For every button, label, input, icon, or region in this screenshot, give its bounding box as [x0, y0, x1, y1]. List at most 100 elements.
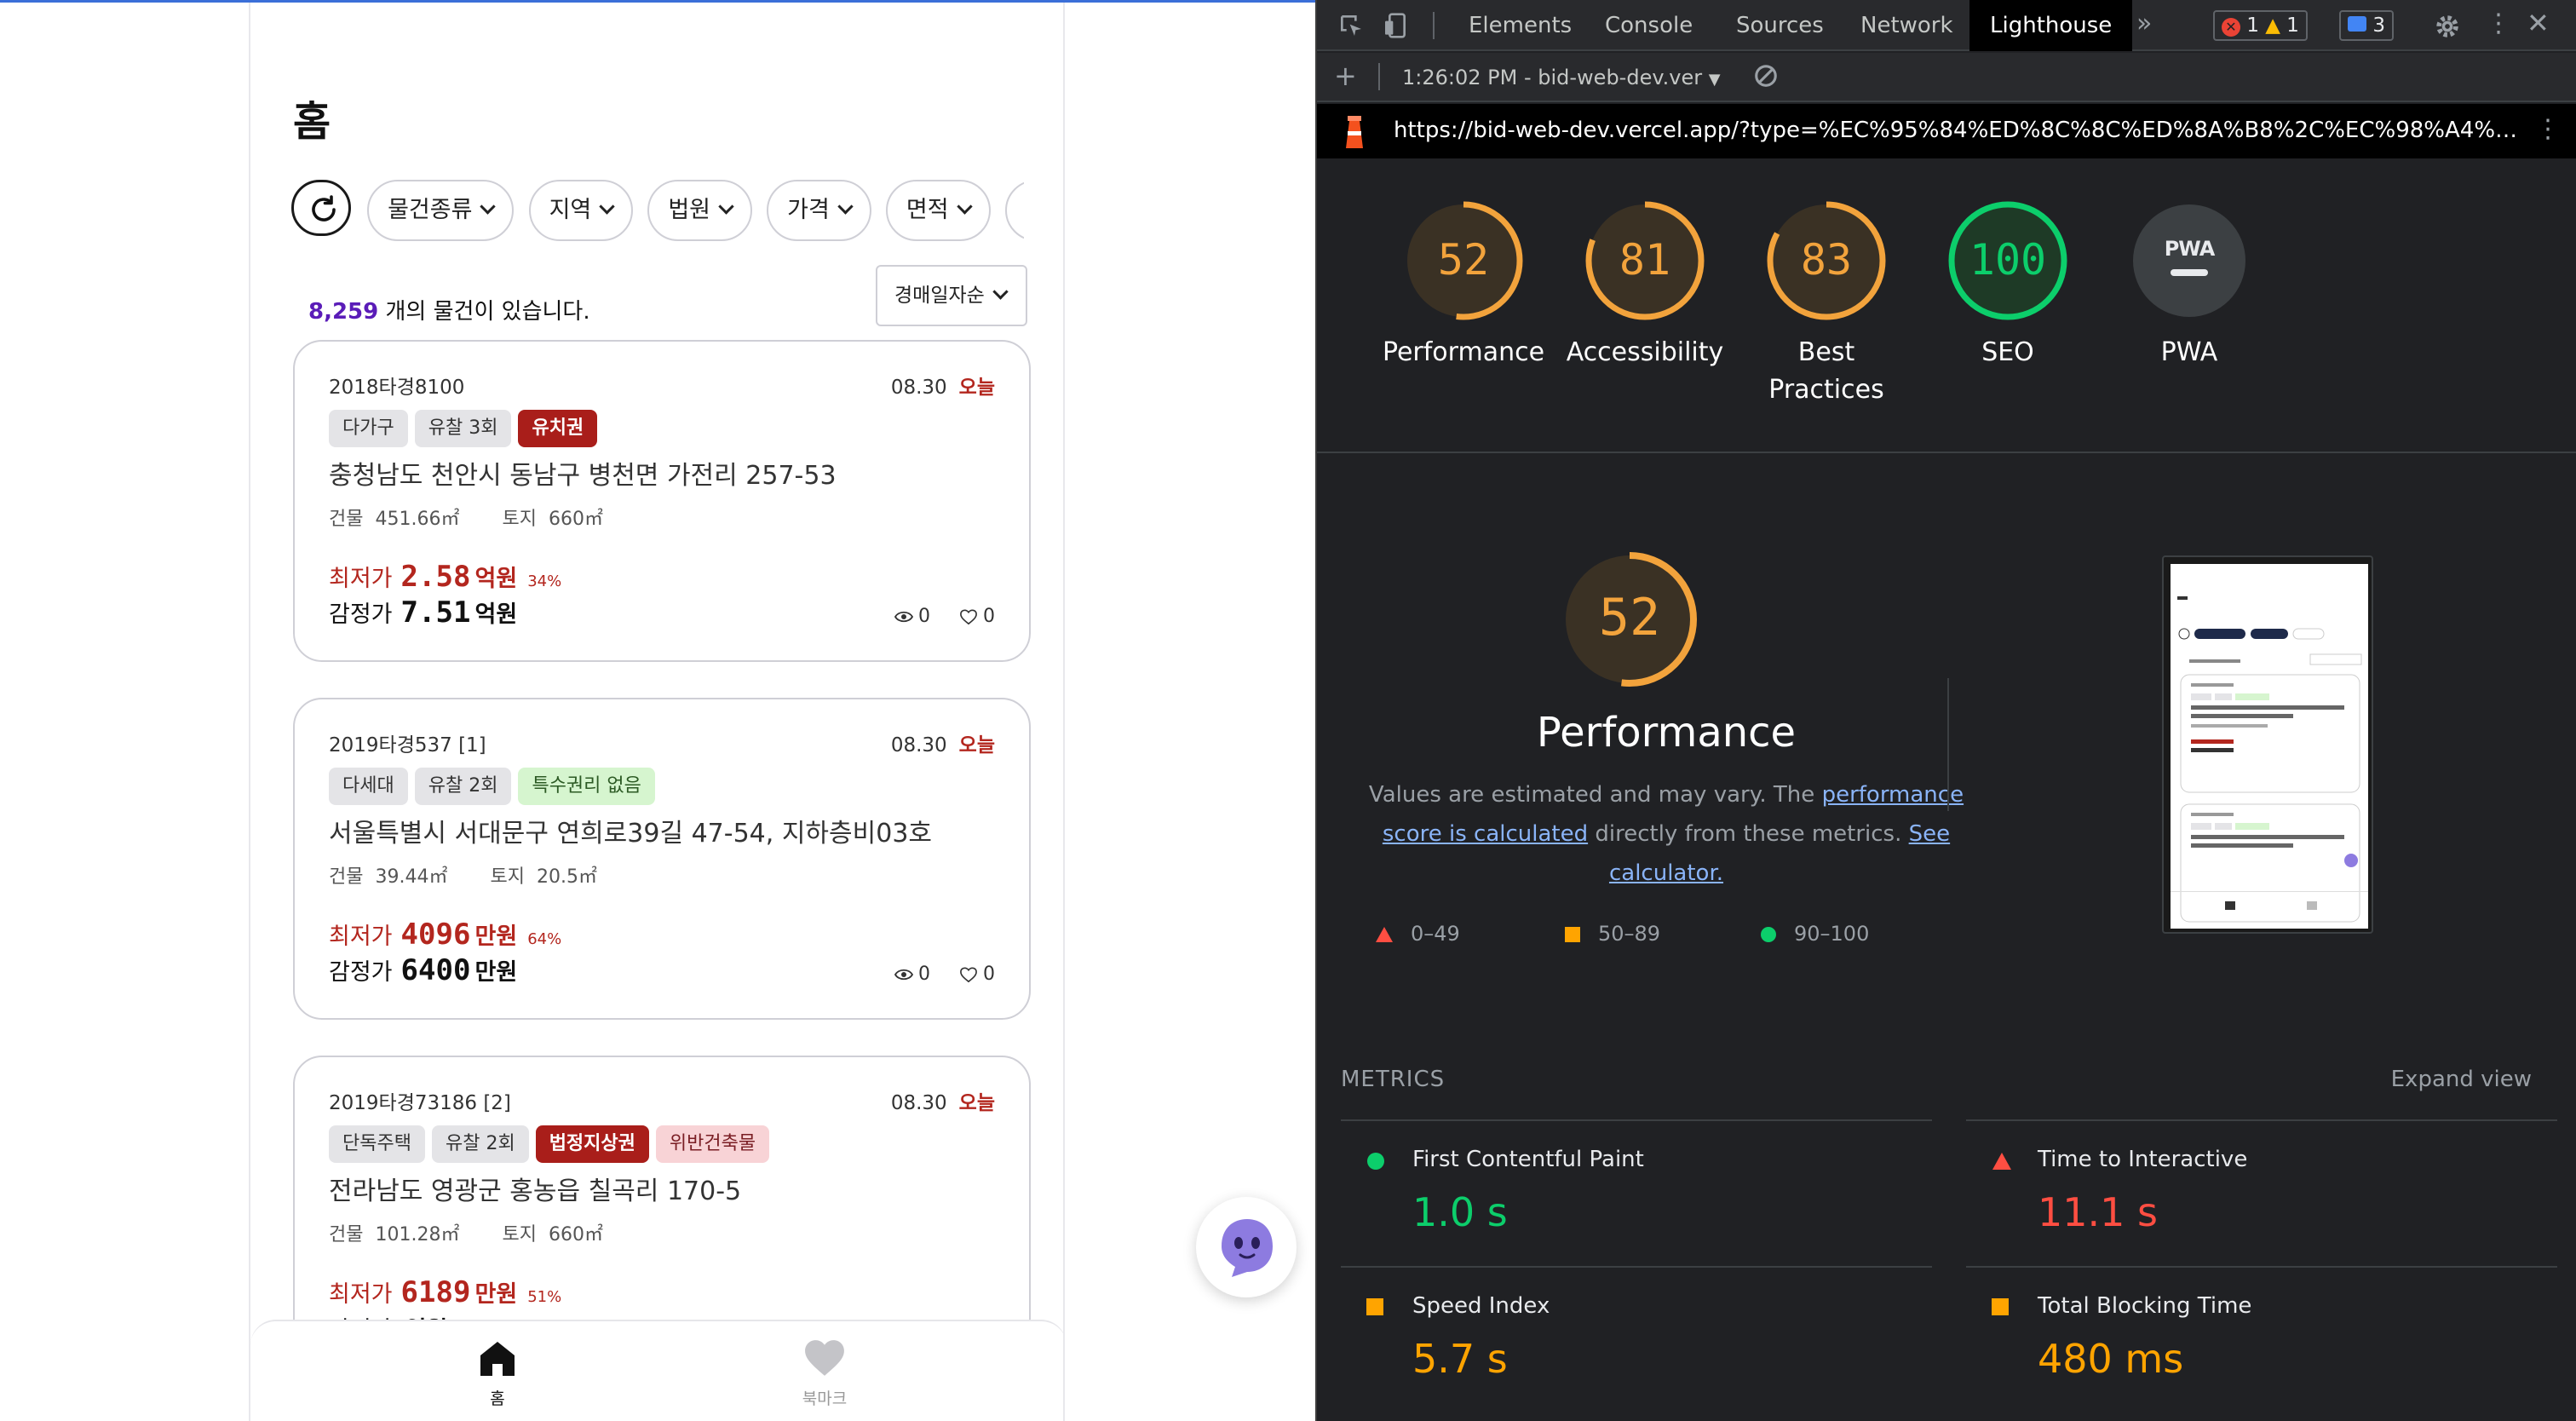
chatbot-button[interactable]: [1196, 1197, 1297, 1297]
warning-count: 1: [2286, 14, 2299, 37]
result-count-suffix: 개의 물건이 있습니다.: [385, 299, 590, 325]
device-toolbar-icon[interactable]: [1382, 12, 1409, 39]
eye-icon: [894, 611, 913, 623]
more-tabs-icon[interactable]: »: [2136, 9, 2152, 38]
chevron-down-icon: [956, 198, 973, 215]
score-gauge-seo[interactable]: 100 SEO: [1923, 198, 2093, 371]
tab-lighthouse[interactable]: Lighthouse: [1969, 0, 2133, 51]
expand-view-toggle[interactable]: Expand view: [2391, 1067, 2532, 1092]
pwa-badge-text: PWA: [2164, 237, 2216, 261]
url-menu-icon[interactable]: ⋮: [2535, 114, 2561, 144]
chevron-down-icon: [480, 198, 497, 215]
legend-label: 50–89: [1598, 922, 1661, 946]
tag-list: 다가구 유찰 3회 유치권: [329, 410, 604, 447]
case-number: 2019타경73186 [2]: [329, 1092, 511, 1114]
min-price-label: 최저가: [329, 1281, 393, 1308]
score-label: SEO: [1981, 337, 2034, 367]
performance-big-gauge: 52: [1557, 547, 1702, 692]
appraisal-unit: 억원: [474, 601, 518, 628]
filter-property-type[interactable]: 물건종류: [367, 180, 515, 241]
min-price-value: 2.58: [400, 560, 471, 594]
metric-name: First Contentful Paint: [1412, 1147, 1644, 1172]
report-selector[interactable]: 1:26:02 PM - bid-web-dev.ver ▼: [1402, 66, 1721, 89]
nav-bookmark-label: 북마크: [802, 1389, 848, 1408]
tab-network[interactable]: Network: [1840, 0, 1974, 51]
messages-counter[interactable]: 3: [2339, 10, 2394, 41]
listing-card[interactable]: 2018타경8100 08.30 오늘 다가구 유찰 3회 유치권 충청남도 천안시 동남구…: [293, 340, 1031, 662]
score-gauge-best-practices[interactable]: 83 Best Practices: [1741, 198, 1912, 409]
metric-value: 11.1 s: [2038, 1189, 2159, 1235]
message-count: 3: [2372, 14, 2385, 37]
min-price-percent: 34%: [527, 572, 562, 590]
orange-square-icon: [1366, 1298, 1383, 1315]
min-price-unit: 억원: [474, 566, 518, 592]
like-count: 0: [983, 964, 995, 985]
land-label: 토지: [502, 509, 537, 530]
close-icon[interactable]: ✕: [2527, 7, 2550, 39]
page-url[interactable]: https://bid-web-dev.vercel.app/?type=%EC…: [1394, 118, 2518, 143]
clear-reports-icon[interactable]: [1753, 63, 1779, 94]
appraisal-price: 감정가 7.51 억원: [329, 595, 517, 630]
refresh-button[interactable]: [291, 180, 351, 236]
filter-label: 지역: [549, 197, 592, 223]
area-info: 건물 39.44㎡ 토지 20.5㎡: [329, 861, 609, 889]
error-icon: ✕: [2222, 18, 2240, 37]
metric-value: 1.0 s: [1412, 1189, 1508, 1235]
min-price-label: 최저가: [329, 566, 393, 592]
appraisal-value: 6400: [400, 953, 471, 987]
filter-more[interactable]: 진: [1004, 180, 1024, 241]
property-address: 충청남도 천안시 동남구 병천면 가전리 257-53: [329, 461, 837, 491]
filter-label: 법원: [668, 197, 711, 223]
auction-date: 08.30 오늘: [891, 371, 995, 400]
score-label: Accessibility: [1566, 337, 1724, 367]
eye-icon: [894, 969, 913, 981]
vertical-separator: [1947, 678, 1949, 811]
final-screenshot-thumbnail[interactable]: [2162, 555, 2373, 934]
status-tag: 유찰 2회: [431, 1125, 529, 1163]
building-label: 건물: [329, 866, 364, 888]
metric-time-to-interactive: Time to Interactive 11.1 s: [1966, 1119, 2557, 1264]
heart-outline-icon[interactable]: [959, 966, 978, 983]
nav-bookmark[interactable]: 북마크: [739, 1338, 910, 1409]
result-count-number: 8,259: [308, 299, 379, 325]
chevron-down-icon: [599, 198, 615, 215]
devtools-panel: Elements Console Sources Network Lightho…: [1315, 0, 2576, 1421]
error-warning-counter[interactable]: ✕ 1 ▲ 1: [2213, 10, 2308, 41]
appraisal-unit: 만원: [474, 959, 518, 986]
listing-card[interactable]: 2019타경537 [1] 08.30 오늘 다세대 유찰 2회 특수권리 없음 서울특별시…: [293, 698, 1031, 1020]
legend-label: 90–100: [1794, 922, 1870, 946]
building-label: 건물: [329, 1224, 364, 1246]
heart-outline-icon[interactable]: [959, 608, 978, 625]
score-gauge-performance[interactable]: 52 Performance: [1378, 198, 1549, 371]
metric-first-contentful-paint: First Contentful Paint 1.0 s: [1341, 1119, 1932, 1264]
toolbar-divider: [1378, 63, 1380, 90]
filter-region[interactable]: 지역: [528, 180, 634, 241]
status-tag: 위반건축물: [655, 1125, 770, 1163]
pwa-badge-bar: [2171, 269, 2208, 276]
filter-court[interactable]: 법원: [647, 180, 753, 241]
new-report-icon[interactable]: +: [1334, 60, 1357, 92]
sort-dropdown[interactable]: 경매일자순: [876, 265, 1027, 326]
filter-price[interactable]: 가격: [767, 180, 871, 241]
score-gauge-accessibility[interactable]: 81 Accessibility: [1560, 198, 1730, 371]
tab-console[interactable]: Console: [1584, 0, 1713, 51]
filter-label: 가격: [787, 197, 830, 223]
status-tag: 단독주택: [329, 1125, 425, 1163]
filter-area[interactable]: 면적: [885, 180, 991, 241]
status-tag: 다가구: [329, 410, 408, 447]
tab-elements[interactable]: Elements: [1448, 0, 1592, 51]
more-options-icon[interactable]: ⋮: [2486, 9, 2511, 38]
inspect-element-icon[interactable]: [1337, 12, 1365, 39]
tab-sources[interactable]: Sources: [1716, 0, 1844, 51]
legend-pass: 90–100: [1760, 922, 1869, 946]
status-tag: 유치권: [518, 410, 598, 447]
heart-icon: [805, 1340, 844, 1376]
metric-name: Time to Interactive: [2038, 1147, 2248, 1172]
desc-text: directly from these metrics.: [1588, 821, 1909, 847]
bottom-nav: 홈 북마크: [250, 1320, 1063, 1421]
settings-gear-icon[interactable]: [2433, 12, 2462, 41]
metric-value: 480 ms: [2038, 1336, 2184, 1382]
red-triangle-icon: [1376, 927, 1393, 942]
nav-home[interactable]: 홈: [412, 1338, 583, 1409]
score-gauge-pwa[interactable]: PWA PWA: [2104, 198, 2274, 371]
